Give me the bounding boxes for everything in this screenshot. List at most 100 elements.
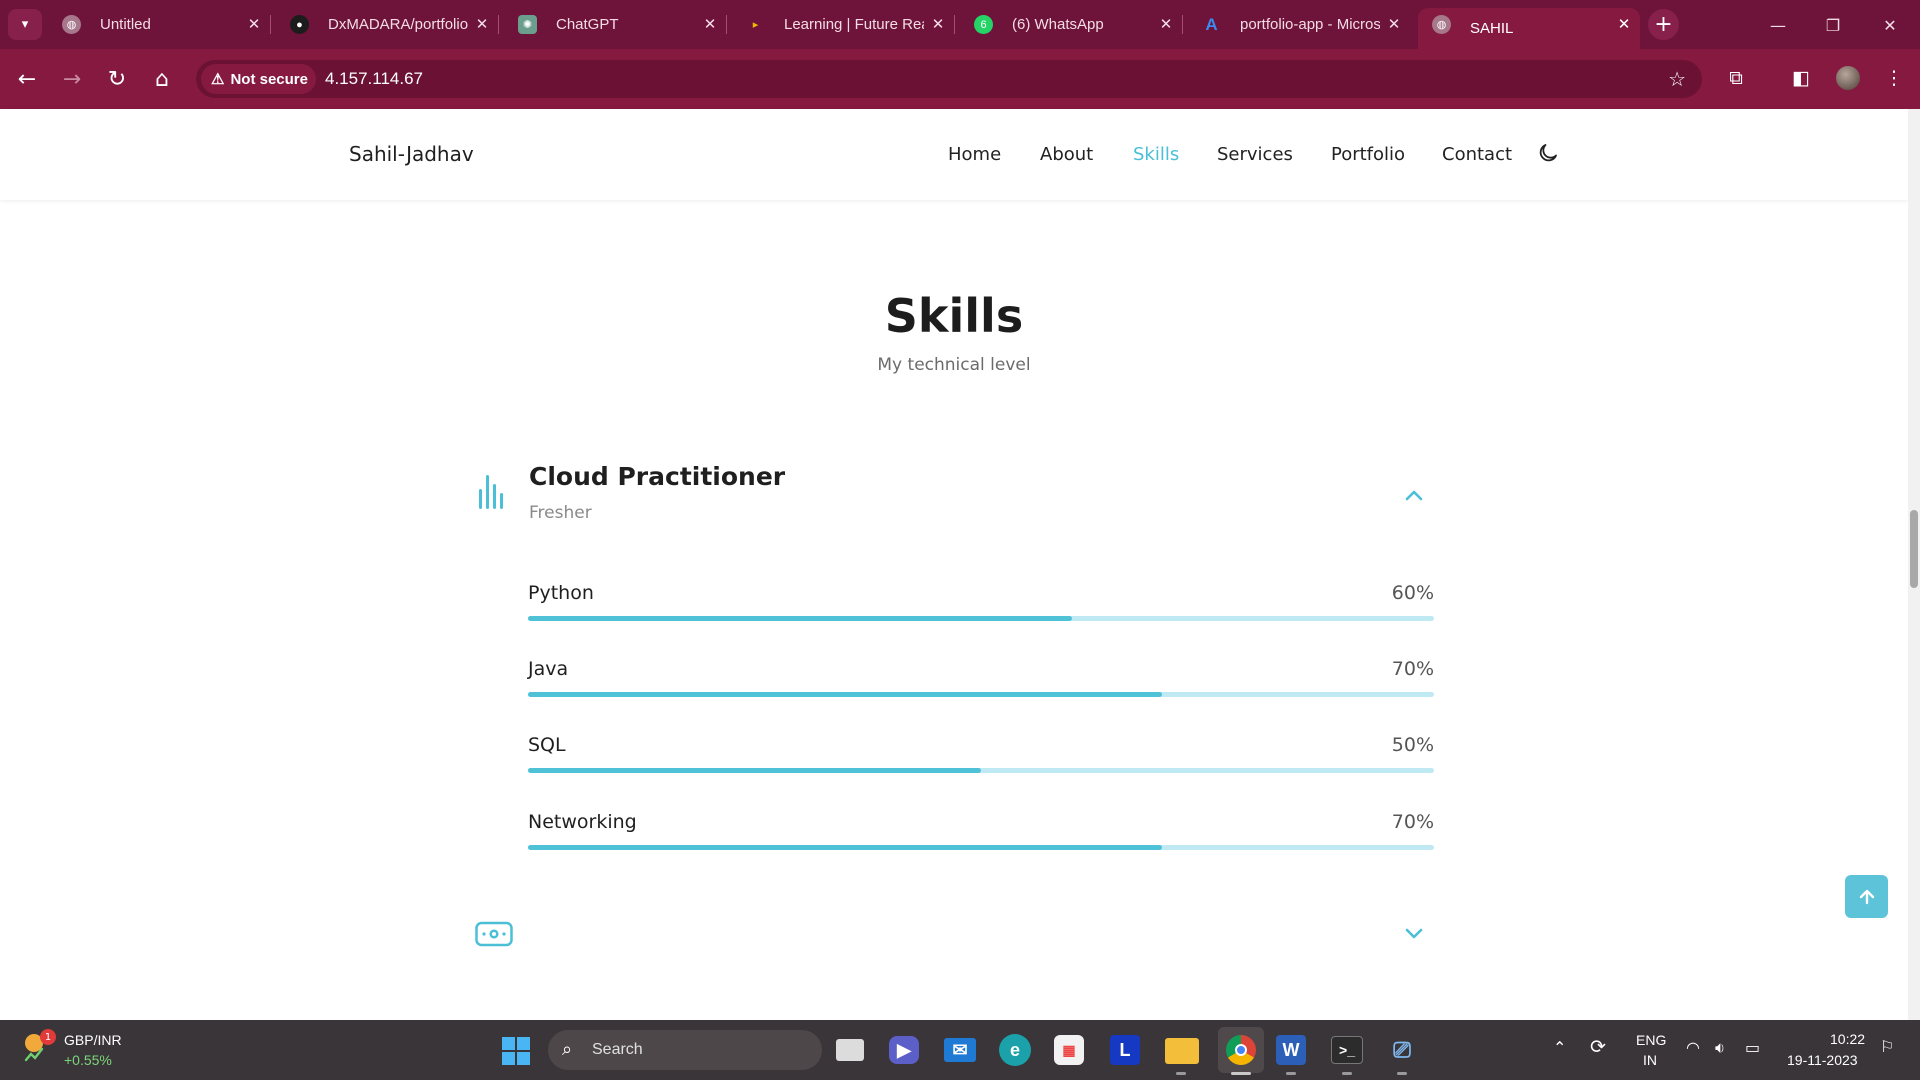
bookmark-star-icon[interactable]: ☆ [1668, 67, 1686, 91]
teams-icon[interactable]: ▶ [889, 1036, 919, 1064]
tab-search-button[interactable]: ▾ [8, 9, 42, 40]
new-tab-button[interactable]: + [1648, 9, 1679, 40]
ticker-name[interactable]: GBP/INR [64, 1032, 122, 1048]
word-icon[interactable]: W [1276, 1035, 1306, 1065]
tab-chatgpt[interactable]: ✺ ChatGPT ✕ [504, 8, 727, 41]
azure-icon: A [1205, 14, 1218, 34]
sync-icon[interactable]: ⟳ [1590, 1036, 1606, 1058]
globe-icon: ◍ [62, 15, 81, 34]
nav-home[interactable]: Home [948, 144, 1001, 165]
skill-name: Networking [528, 811, 637, 833]
side-panel-icon[interactable]: ◧ [1786, 63, 1816, 93]
close-tab-icon[interactable]: ✕ [244, 14, 264, 34]
arrow-up-icon [1859, 889, 1874, 904]
skill-bar-fill [528, 616, 1072, 621]
nav-services[interactable]: Services [1217, 144, 1293, 165]
tab-whatsapp[interactable]: 6 (6) WhatsApp ✕ [960, 8, 1183, 41]
whatsapp-icon: 6 [974, 15, 993, 34]
scroll-top-button[interactable] [1845, 875, 1888, 918]
back-icon[interactable]: ← [10, 62, 44, 96]
notification-badge: 1 [40, 1029, 56, 1045]
nav-skills[interactable]: Skills [1133, 144, 1179, 165]
file-explorer-icon[interactable] [1165, 1038, 1199, 1064]
clock-date: 19-11-2023 [1787, 1052, 1858, 1068]
security-chip[interactable]: ⚠ Not secure [201, 64, 316, 94]
reload-icon[interactable]: ↻ [100, 62, 134, 96]
nav-about[interactable]: About [1040, 144, 1093, 165]
chevron-up-icon[interactable] [1402, 484, 1426, 508]
tab-github[interactable]: ● DxMADARA/portfolio ✕ [276, 8, 499, 41]
skill-percent: 60% [1391, 582, 1434, 604]
taskbar-search[interactable]: ⌕ Search [548, 1030, 822, 1070]
browser-toolbar: ← → ↻ ⌂ ⚠ Not secure 4.157.114.67 ☆ [0, 49, 1920, 109]
nav-portfolio[interactable]: Portfolio [1331, 144, 1405, 165]
menu-dots-icon[interactable]: ⋮ [1879, 63, 1909, 93]
skill-category-title[interactable]: Cloud Practitioner [529, 462, 785, 491]
tab-learning[interactable]: ▸ Learning | Future Ready ✕ [732, 8, 955, 41]
mail-icon[interactable]: ✉ [944, 1038, 976, 1062]
skill-percent: 70% [1391, 658, 1434, 680]
store-icon[interactable]: ▦ [1054, 1035, 1084, 1065]
url-text[interactable]: 4.157.114.67 [325, 69, 423, 89]
clock-time[interactable]: 10:22 [1830, 1031, 1865, 1047]
github-icon: ● [290, 15, 309, 34]
play-icon: ▸ [752, 19, 759, 31]
tab-untitled[interactable]: ◍ Untitled ✕ [48, 8, 271, 41]
skill-bar-fill [528, 845, 1163, 850]
server-icon [475, 921, 513, 947]
close-tab-icon[interactable]: ✕ [928, 14, 948, 34]
close-tab-icon[interactable]: ✕ [1384, 14, 1404, 34]
address-bar[interactable]: ⚠ Not secure 4.157.114.67 ☆ [196, 60, 1702, 98]
skill-item-java: Java 70% [528, 658, 1434, 706]
close-window-icon[interactable]: ✕ [1870, 10, 1910, 40]
region-indicator: IN [1643, 1052, 1657, 1068]
close-tab-icon[interactable]: ✕ [1156, 14, 1176, 34]
moon-icon[interactable] [1536, 141, 1560, 165]
browser-tabstrip: ▾ ◍ Untitled ✕ ● DxMADARA/portfolio ✕ ✺ … [0, 0, 1920, 49]
skill-name: SQL [528, 734, 566, 756]
skill-category-level: Fresher [529, 503, 592, 523]
volume-icon[interactable]: 🔉︎ [1715, 1038, 1725, 1058]
tab-sahil[interactable]: ◍ SAHIL ✕ [1418, 8, 1640, 49]
ticker-change: +0.55% [64, 1052, 112, 1068]
terminal-icon[interactable]: >_ [1331, 1036, 1363, 1064]
chevron-down-icon[interactable] [1402, 921, 1426, 945]
page-scrollbar[interactable] [1908, 109, 1920, 1020]
section-subtitle: My technical level [877, 355, 1031, 375]
chrome-icon[interactable] [1218, 1027, 1264, 1073]
skill-name: Java [528, 658, 569, 680]
close-tab-icon[interactable]: ✕ [1614, 14, 1634, 34]
skill-item-sql: SQL 50% [528, 734, 1434, 782]
skill-bar-fill [528, 692, 1163, 697]
close-tab-icon[interactable]: ✕ [700, 14, 720, 34]
battery-icon[interactable]: ▭ [1745, 1038, 1760, 1057]
site-header: Sahil-Jadhav Home About Skills Services … [0, 109, 1908, 200]
remote-desktop-icon[interactable]: ⎚ [1386, 1034, 1418, 1066]
skill-bar [528, 616, 1434, 621]
notification-icon[interactable]: ⚐ [1880, 1037, 1894, 1056]
bar-chart-icon [479, 475, 503, 509]
forward-icon[interactable]: → [55, 62, 89, 96]
site-logo[interactable]: Sahil-Jadhav [349, 142, 474, 166]
extensions-icon[interactable]: ⧉ [1721, 63, 1751, 93]
scrollbar-thumb[interactable] [1910, 510, 1918, 588]
tray-overflow-icon[interactable]: ⌃ [1553, 1038, 1566, 1057]
tab-azure[interactable]: A portfolio-app - Microsoft Azure ✕ [1188, 8, 1410, 41]
home-icon[interactable]: ⌂ [145, 62, 179, 96]
close-tab-icon[interactable]: ✕ [472, 14, 492, 34]
language-indicator[interactable]: ENG [1636, 1032, 1666, 1048]
skill-name: Python [528, 582, 594, 604]
skill-bar [528, 768, 1434, 773]
l-app-icon[interactable]: L [1110, 1035, 1140, 1065]
wifi-icon[interactable]: ◠ [1686, 1038, 1700, 1057]
minimize-icon[interactable]: — [1758, 10, 1798, 40]
nav-contact[interactable]: Contact [1442, 144, 1512, 165]
task-view-icon[interactable] [836, 1039, 864, 1061]
windows-start-icon[interactable] [502, 1037, 530, 1065]
search-icon: ⌕ [562, 1039, 573, 1059]
profile-avatar[interactable] [1836, 66, 1860, 90]
restore-icon[interactable]: ❐ [1813, 10, 1853, 40]
chatgpt-icon: ✺ [518, 15, 537, 34]
edge-icon[interactable]: e [999, 1034, 1031, 1066]
skill-item-python: Python 60% [528, 582, 1434, 630]
